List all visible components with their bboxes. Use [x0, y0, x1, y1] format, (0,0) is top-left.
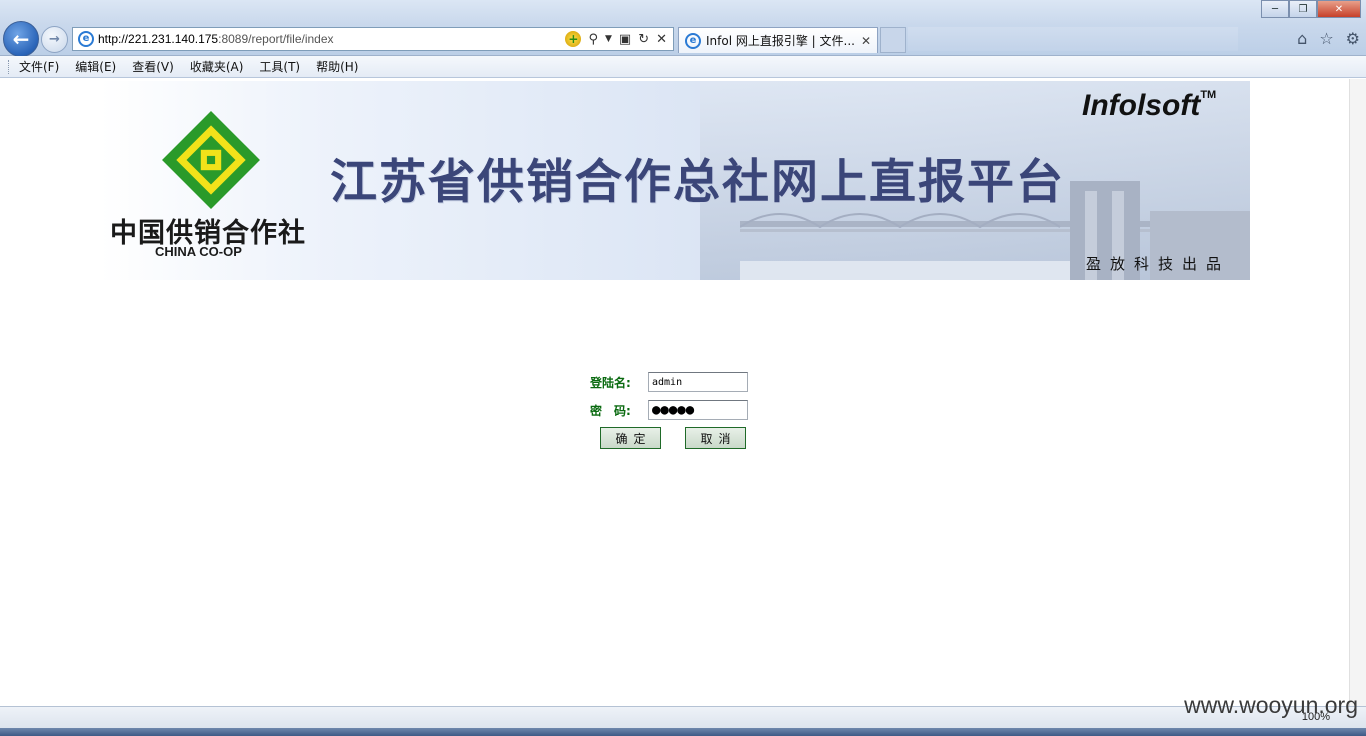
- tab-close-icon[interactable]: ✕: [861, 34, 871, 48]
- brand-text: Infolsoft: [1082, 89, 1201, 122]
- platform-title: 江苏省供销合作总社网上直报平台: [330, 155, 1065, 210]
- username-value: admin: [652, 376, 683, 388]
- restore-icon: ❐: [1298, 3, 1308, 15]
- menu-tools[interactable]: 工具(T): [259, 58, 300, 75]
- forward-button[interactable]: →: [41, 26, 68, 53]
- url-path: :8089/report/file/index: [218, 32, 334, 46]
- minimize-button[interactable]: ─: [1261, 0, 1289, 18]
- search-icon[interactable]: ⚲: [588, 32, 598, 47]
- settings-gear-icon[interactable]: ⚙: [1346, 29, 1360, 48]
- header-banner: 中国供销合作社 CHINA CO-OP 江苏省供销合作总社网上直报平台 Info…: [100, 81, 1250, 280]
- form-buttons: 确定 取消: [600, 427, 760, 449]
- cancel-button[interactable]: 取消: [685, 427, 746, 449]
- page-content: 中国供销合作社 CHINA CO-OP 江苏省供销合作总社网上直报平台 Info…: [0, 79, 1366, 706]
- browser-toolbar-icons: ⌂ ☆ ⚙: [1297, 29, 1360, 48]
- password-mask: ●●●●●: [652, 402, 695, 418]
- address-url[interactable]: http://221.231.140.175:8089/report/file/…: [98, 32, 565, 46]
- favorites-star-icon[interactable]: ☆: [1319, 29, 1333, 48]
- brand-logo: InfolsoftTM: [1082, 89, 1216, 123]
- menu-bar: 文件(F) 编辑(E) 查看(V) 收藏夹(A) 工具(T) 帮助(H): [0, 56, 1366, 78]
- username-row: 登陆名: admin: [590, 368, 760, 396]
- username-input[interactable]: admin: [648, 372, 748, 392]
- producer-credit: 盈放科技出品: [1086, 255, 1231, 273]
- url-host: http://221.231.140.175: [98, 32, 219, 46]
- menu-grip: [8, 59, 11, 74]
- new-tab-button[interactable]: [880, 27, 906, 53]
- address-bar[interactable]: e http://221.231.140.175:8089/report/fil…: [72, 27, 674, 51]
- close-window-button[interactable]: ✕: [1317, 0, 1361, 18]
- window-controls: ─ ❐ ✕: [1261, 0, 1361, 18]
- menu-favorites[interactable]: 收藏夹(A): [190, 58, 244, 75]
- menu-edit[interactable]: 编辑(E): [75, 58, 116, 75]
- browser-titlebar: ← → e http://221.231.140.175:8089/report…: [0, 0, 1366, 57]
- home-icon[interactable]: ⌂: [1297, 29, 1307, 48]
- tab-ie-icon: e: [685, 32, 701, 49]
- password-label: 密 码:: [590, 403, 631, 418]
- tab-active[interactable]: e Infol 网上直报引擎 | 文件... ✕: [678, 27, 878, 53]
- os-taskbar: [0, 728, 1366, 736]
- menu-file[interactable]: 文件(F): [19, 58, 59, 75]
- vertical-scrollbar[interactable]: [1349, 79, 1366, 706]
- close-icon: ✕: [1334, 3, 1344, 15]
- back-arrow-icon: ←: [12, 27, 30, 51]
- logo-english-text: CHINA CO-OP: [155, 244, 242, 259]
- dropdown-chevron-icon[interactable]: ▼: [605, 34, 612, 44]
- forward-arrow-icon: →: [49, 32, 60, 47]
- china-coop-logo-icon: [162, 111, 260, 209]
- password-row: 密 码: ●●●●●: [590, 396, 760, 424]
- menu-view[interactable]: 查看(V): [132, 58, 174, 75]
- refresh-icon[interactable]: ↻: [638, 32, 649, 47]
- maximize-button[interactable]: ❐: [1289, 0, 1317, 18]
- back-button[interactable]: ←: [3, 21, 39, 57]
- stop-icon[interactable]: ✕: [656, 32, 667, 47]
- username-label: 登陆名:: [590, 375, 631, 390]
- password-input[interactable]: ●●●●●: [648, 400, 748, 420]
- trademark-mark: TM: [1200, 89, 1217, 101]
- confirm-button[interactable]: 确定: [600, 427, 661, 449]
- compatibility-icon[interactable]: +: [565, 31, 582, 47]
- minimize-icon: ─: [1271, 3, 1279, 15]
- watermark: www.wooyun.org: [1184, 692, 1358, 718]
- menu-help[interactable]: 帮助(H): [316, 58, 358, 75]
- compat-view-icon[interactable]: ▣: [619, 32, 631, 47]
- background-window-ghost: [908, 27, 1238, 51]
- login-form: 登陆名: admin 密 码: ●●●●● 确定 取消: [590, 368, 760, 449]
- status-bar: 100%: [0, 706, 1366, 728]
- ie-page-icon: e: [78, 31, 94, 47]
- tab-title: Infol 网上直报引擎 | 文件...: [706, 34, 855, 48]
